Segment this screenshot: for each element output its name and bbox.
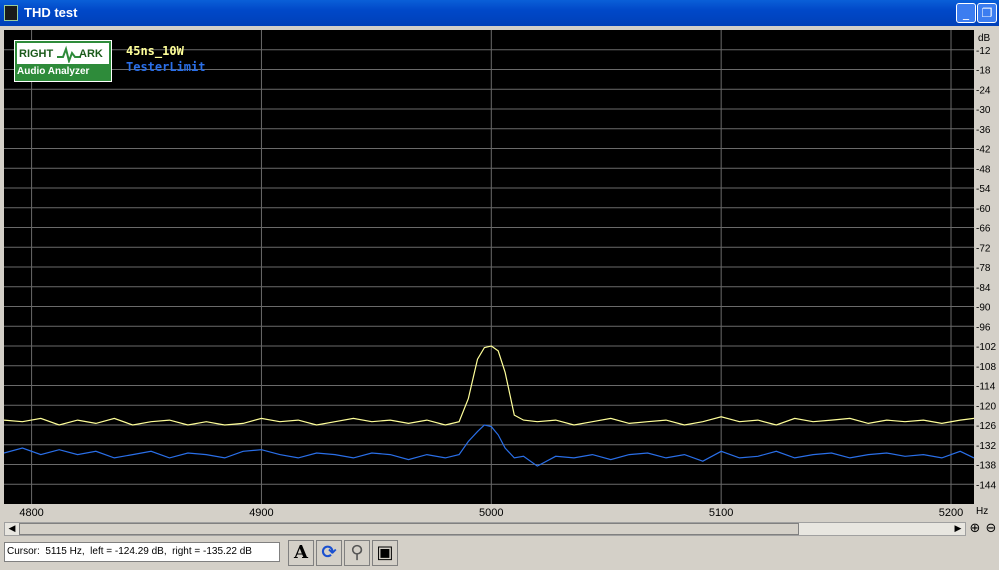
y-tick-label: -18 [976, 66, 991, 77]
plot-svg [3, 30, 975, 504]
y-tick-label: -144 [976, 480, 996, 491]
x-axis-unit: Hz [976, 506, 989, 517]
y-tick-label: -12 [976, 46, 991, 57]
y-tick-label: -60 [976, 204, 991, 215]
scroll-thumb[interactable] [19, 523, 799, 535]
zoom-in-icon[interactable]: ⊕ [967, 521, 983, 537]
horizontal-scrollbar[interactable]: ◀ ▶ [4, 522, 966, 536]
logo-subtitle: Audio Analyzer [17, 66, 90, 77]
app-icon [4, 5, 18, 21]
y-tick-label: -96 [976, 322, 991, 333]
logo-text-right: RIGHT [19, 48, 54, 60]
zoom-out-icon[interactable]: ⊖ [983, 521, 999, 537]
y-tick-label: -114 [976, 382, 996, 393]
y-tick-label: -54 [976, 184, 991, 195]
y-axis-unit: dB [978, 33, 991, 44]
legend-series-2: TesterLimit [126, 60, 206, 74]
y-axis: dB -12 -18 -24 -30 -36 -42 -48 -54 -60 -66 -72 -78 -8… [976, 33, 996, 491]
x-axis-panel: 4800 4900 5000 5100 5200 [4, 504, 974, 520]
y-tick-label: -108 [976, 362, 996, 373]
minimize-button[interactable]: _ [956, 3, 976, 23]
x-tick-label: 4900 [249, 507, 273, 519]
restore-icon: ❐ [981, 6, 993, 20]
refresh-icon[interactable]: ⟳ [316, 540, 342, 566]
y-tick-label: -84 [976, 283, 991, 294]
window-title: THD test [24, 5, 78, 20]
y-tick-label: -132 [976, 441, 996, 452]
series-line-2 [3, 424, 975, 467]
client-area: RIGHT ARK Audio Analyzer 45ns_10W Tester… [0, 26, 999, 570]
y-tick-label: -24 [976, 85, 991, 96]
x-tick-label: 5100 [709, 507, 733, 519]
x-tick-label: 5000 [479, 507, 503, 519]
spectrum-plot[interactable]: RIGHT ARK Audio Analyzer 45ns_10W Tester… [3, 30, 975, 504]
y-tick-label: -138 [976, 461, 996, 472]
y-tick-label: -48 [976, 164, 991, 175]
logo-wave-icon [57, 45, 81, 63]
x-tick-label: 5200 [939, 507, 963, 519]
logo-text-mark: ARK [79, 48, 103, 60]
scroll-right-icon[interactable]: ▶ [951, 523, 965, 535]
save-icon[interactable]: ▣ [372, 540, 398, 566]
y-tick-label: -90 [976, 303, 991, 314]
minimize-icon: _ [963, 6, 969, 20]
y-tick-label: -72 [976, 243, 991, 254]
x-tick-label: 4800 [19, 507, 43, 519]
scroll-left-icon[interactable]: ◀ [5, 523, 19, 535]
search-icon[interactable]: ⚲ [344, 540, 370, 566]
logo: RIGHT ARK Audio Analyzer [14, 40, 112, 82]
y-tick-label: -66 [976, 224, 991, 235]
restore-button[interactable]: ❐ [977, 3, 997, 23]
y-tick-label: -42 [976, 145, 991, 156]
y-tick-label: -102 [976, 342, 996, 353]
y-tick-label: -126 [976, 421, 996, 432]
y-axis-panel: dB -12 -18 -24 -30 -36 -42 -48 -54 -60 -66 -72 -78 -8… [974, 30, 999, 504]
x-axis: 4800 4900 5000 5100 5200 [19, 507, 963, 519]
title-bar: THD test _ ❐ [0, 0, 999, 26]
y-tick-label: -36 [976, 125, 991, 136]
legend-series-1: 45ns_10W [126, 44, 184, 58]
cursor-status: Cursor: 5115 Hz, left = -124.29 dB, righ… [4, 542, 280, 562]
y-tick-label: -120 [976, 401, 996, 412]
y-tick-label: -78 [976, 263, 991, 274]
y-tick-label: -30 [976, 105, 991, 116]
text-button[interactable]: A [288, 540, 314, 566]
